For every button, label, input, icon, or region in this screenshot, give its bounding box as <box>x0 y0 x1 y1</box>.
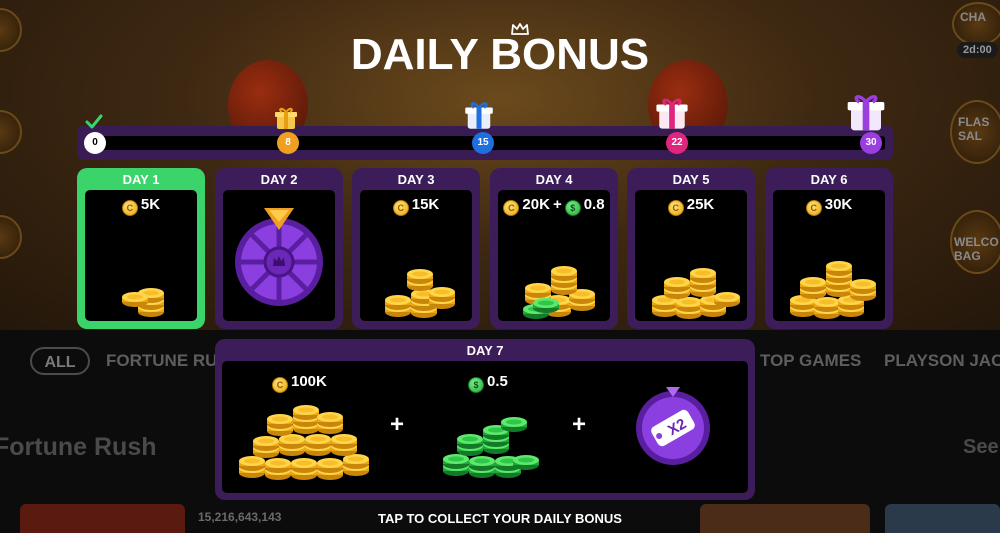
reward-coins-amount: C 100K <box>272 373 327 393</box>
gift-pink-icon <box>656 98 688 129</box>
challenge-label: CHA <box>960 10 986 24</box>
welcome-bag-label: WELCO BAG <box>954 235 999 263</box>
day-3-card[interactable]: DAY 3 C 15K <box>352 168 480 329</box>
milestone-30: 30 <box>860 132 882 154</box>
day-reward-panel: C 30K <box>773 190 885 321</box>
coin-stack-icon <box>122 288 164 317</box>
day-6-card[interactable]: DAY 6 C 30K <box>765 168 893 329</box>
reward-amount: C 20K + $0.8 <box>498 196 610 216</box>
day-label: DAY 6 <box>810 172 848 187</box>
reward-cash-amount: $0.5 <box>468 373 508 393</box>
coin-cash-stack-icon <box>523 266 595 319</box>
collect-prompt[interactable]: TAP TO COLLECT YOUR DAILY BONUS <box>0 511 1000 526</box>
plus-sign: + <box>390 411 405 438</box>
reward-amount: C 30K <box>773 196 885 216</box>
reward-amount: C 5K <box>85 196 197 216</box>
coin-icon: C <box>805 200 822 216</box>
day-reward-panel: C 20K + $0.8 <box>498 190 610 321</box>
flash-sale-label: FLAS SAL <box>958 115 990 143</box>
gift-blue-icon <box>465 102 493 129</box>
day-label: DAY 3 <box>397 172 435 187</box>
wheel-icon <box>235 208 323 306</box>
check-icon <box>85 114 103 129</box>
day-reward-panel <box>223 190 335 321</box>
day-label: DAY 5 <box>672 172 710 187</box>
day-5-card[interactable]: DAY 5 C 25K <box>627 168 755 329</box>
multiplier-badge-icon: X2 <box>636 387 710 465</box>
day-reward-panel: C 100K + $0.5 + X2 <box>222 361 748 493</box>
day-label: DAY 7 <box>466 343 504 358</box>
coin-icon: C <box>392 200 409 216</box>
coin-stack-icon <box>652 268 740 319</box>
day-reward-panel: C 25K <box>635 190 747 321</box>
milestone-15: 15 <box>472 132 494 154</box>
milestone-22: 22 <box>666 132 688 154</box>
coin-pile-icon <box>239 405 369 480</box>
day-label: DAY 1 <box>122 172 160 187</box>
see-all-link[interactable]: See <box>963 436 999 459</box>
category-top-games[interactable]: TOP GAMES <box>760 351 861 371</box>
section-title: Fortune Rush <box>0 433 157 461</box>
day-7-card[interactable]: DAY 7 C 100K + $0.5 + X2 <box>215 339 755 500</box>
cash-pile-icon <box>443 417 539 478</box>
gift-gold-icon <box>275 107 297 129</box>
day-2-card[interactable]: DAY 2 <box>215 168 343 329</box>
dialog-title: DAILY BONUS <box>350 30 650 79</box>
reward-amount: C 15K <box>360 196 472 216</box>
cash-icon: $ <box>564 200 581 216</box>
category-playson[interactable]: PLAYSON JAC <box>884 351 1000 371</box>
day-reward-panel: C 5K <box>85 190 197 321</box>
cash-icon: $ <box>468 377 484 393</box>
category-all-chip[interactable]: ALL <box>30 347 90 375</box>
day-4-card[interactable]: DAY 4 C 20K + $0.8 <box>490 168 618 329</box>
milestone-0: 0 <box>84 132 106 154</box>
day-1-card[interactable]: DAY 1 C 5K <box>77 168 205 329</box>
category-fortune-rush[interactable]: FORTUNE RU <box>106 351 217 371</box>
crown-icon <box>511 23 529 35</box>
milestone-8: 8 <box>277 132 299 154</box>
reward-amount: C 25K <box>635 196 747 216</box>
coin-stack-icon <box>790 261 876 319</box>
plus-sign: + <box>572 411 587 438</box>
day-label: DAY 2 <box>260 172 298 187</box>
coin-icon: C <box>272 377 288 393</box>
coin-stack-icon <box>385 269 455 318</box>
gift-purple-icon <box>847 95 885 131</box>
day-label: DAY 4 <box>535 172 573 187</box>
coin-icon: C <box>667 200 684 216</box>
coin-icon: C <box>121 200 138 216</box>
day-reward-panel: C 15K <box>360 190 472 321</box>
coin-icon: C <box>503 200 520 216</box>
